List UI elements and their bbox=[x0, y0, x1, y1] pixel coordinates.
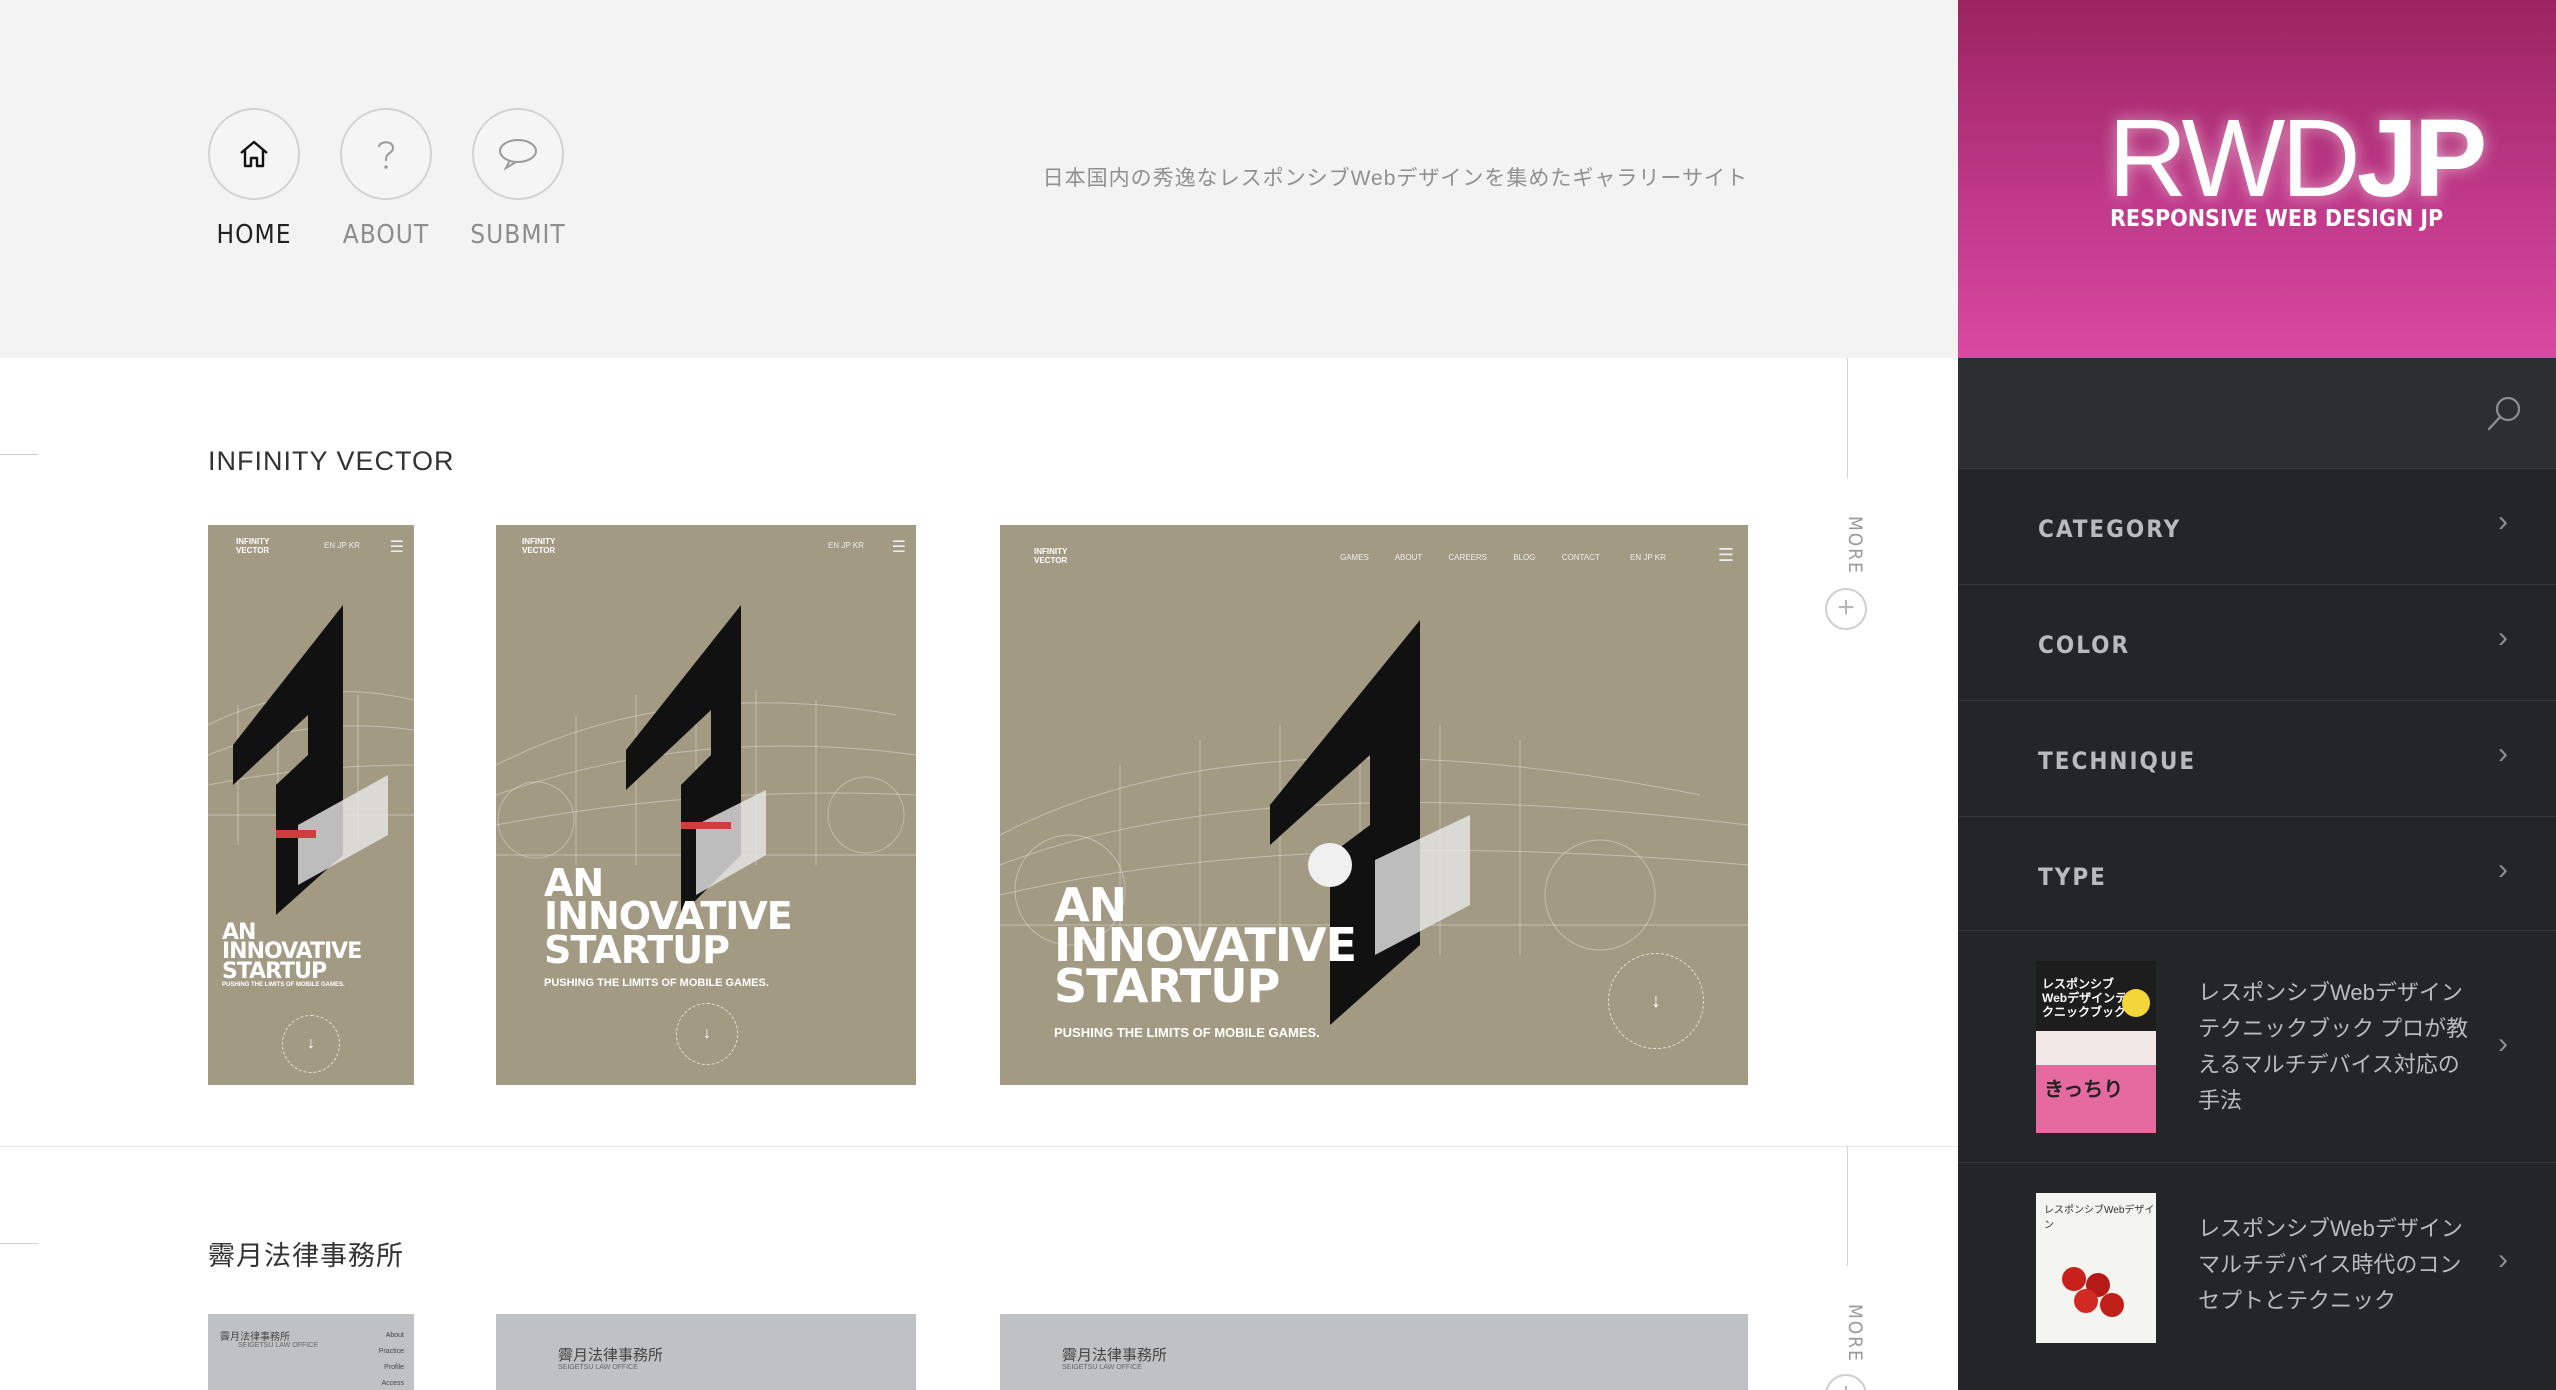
more-label[interactable]: MORE bbox=[1830, 1304, 1866, 1363]
section-vertical-rule bbox=[1847, 1146, 1848, 1266]
screenshot-tablet[interactable]: INFINITY VECTOR EN JP KR ☰ AN INNOVATIVE ST… bbox=[496, 525, 916, 1085]
hero-heading: AN INNOVATIVE STARTUP bbox=[544, 861, 793, 972]
book-item[interactable]: レスポンシブWebデザイン レスポンシブWebデザイン マルチデバイス時代のコン… bbox=[1958, 1162, 2556, 1390]
book-cover-image[interactable]: レスポンシブWebデザイン bbox=[2036, 1193, 2156, 1343]
question-icon[interactable] bbox=[340, 108, 432, 200]
firm-name: 霽月法律事務所 bbox=[558, 1347, 664, 1364]
menu-label[interactable]: COLOR bbox=[2038, 631, 2130, 659]
brand-logo: INFINITY VECTOR bbox=[1034, 547, 1068, 565]
nav-about[interactable]: ABOUT bbox=[340, 108, 432, 250]
firm-subtitle: SEIGETSU LAW OFFICE bbox=[238, 1342, 318, 1349]
book-cover-image[interactable]: レスポンシブWebデザインテクニックブック きっちり bbox=[2036, 961, 2156, 1133]
site-tagline: 日本国内の秀逸なレスポンシブWebデザインを集めたギャラリーサイト bbox=[1042, 167, 1748, 190]
firm-name: 霽月法律事務所 bbox=[220, 1332, 290, 1343]
brand-logo: INFINITY VECTOR bbox=[522, 537, 556, 555]
site-logo[interactable]: RWDJP RESPONSIVE WEB DESIGN JP bbox=[1958, 0, 2556, 358]
screenshot-mobile[interactable]: INFINITY VECTOR EN JP KR ☰ AN INNOVATIVE ST… bbox=[208, 525, 414, 1085]
firm-name: 霽月法律事務所 bbox=[1062, 1347, 1168, 1364]
nav-submit[interactable]: SUBMIT bbox=[470, 108, 565, 250]
section-marker bbox=[0, 1243, 38, 1244]
menu-label[interactable]: CATEGORY bbox=[2038, 515, 2181, 543]
scroll-down-icon: ↓ bbox=[676, 1003, 738, 1065]
book-title[interactable]: レスポンシブWebデザイン マルチデバイス時代のコンセプトとテクニック bbox=[2198, 1211, 2478, 1319]
hamburger-icon: ☰ bbox=[891, 539, 906, 556]
hamburger-icon: ☰ bbox=[389, 539, 404, 556]
top-nav: GAMES ABOUT CAREERS BLOG CONTACT bbox=[1340, 553, 1600, 562]
speech-bubble-icon[interactable] bbox=[472, 108, 564, 200]
scroll-down-icon: ↓ bbox=[282, 1015, 340, 1073]
car-wireframe-graphic bbox=[496, 605, 916, 915]
section-vertical-rule bbox=[1847, 358, 1848, 478]
chevron-right-icon: › bbox=[2498, 737, 2508, 770]
book-item[interactable]: レスポンシブWebデザインテクニックブック きっちり レスポンシブWebデザイン… bbox=[1958, 930, 2556, 1162]
logo-wordmark[interactable]: RWDJP bbox=[2108, 104, 2487, 214]
nav-home[interactable]: HOME bbox=[208, 108, 300, 250]
section-title[interactable]: 霽月法律事務所 bbox=[208, 1234, 404, 1273]
hero-subtitle: PUSHING THE LIMITS OF MOBILE GAMES. bbox=[544, 977, 769, 989]
scroll-down-icon: ↓ bbox=[1608, 953, 1704, 1049]
brand-logo: INFINITY VECTOR bbox=[236, 537, 270, 555]
chevron-right-icon: › bbox=[2498, 505, 2508, 538]
screenshot-desktop[interactable]: INFINITY VECTOR GAMES ABOUT CAREERS BLOG … bbox=[1000, 525, 1748, 1085]
hamburger-icon: ☰ bbox=[1717, 545, 1734, 565]
lang-switch: EN JP KR bbox=[1630, 553, 1666, 562]
firm-subtitle: SEIGETSU LAW OFFICE bbox=[558, 1364, 638, 1371]
header: HOME ABOUT SUBMIT 日本国内の秀逸なレスポンシブWebデザインを… bbox=[0, 0, 1958, 358]
screenshot-desktop[interactable]: 霽月法律事務所 SEIGETSU LAW OFFICE bbox=[1000, 1314, 1748, 1390]
more-label[interactable]: MORE bbox=[1830, 516, 1866, 575]
home-icon[interactable] bbox=[208, 108, 300, 200]
chevron-right-icon: › bbox=[2498, 1243, 2508, 1276]
menu-type[interactable]: TYPE › bbox=[1958, 816, 2556, 932]
menu-label[interactable]: TYPE bbox=[2038, 863, 2107, 891]
search-icon[interactable] bbox=[2484, 394, 2524, 434]
hero-heading: AN INNOVATIVE STARTUP bbox=[222, 920, 362, 984]
chevron-right-icon: › bbox=[2498, 853, 2508, 886]
menu-category[interactable]: CATEGORY › bbox=[1958, 468, 2556, 584]
nav-label-submit[interactable]: SUBMIT bbox=[452, 220, 584, 250]
main-content: HOME ABOUT SUBMIT 日本国内の秀逸なレスポンシブWebデザインを… bbox=[0, 0, 1958, 1390]
chevron-right-icon: › bbox=[2498, 621, 2508, 654]
section-marker bbox=[0, 454, 38, 455]
hero-subtitle: PUSHING THE LIMITS OF MOBILE GAMES. bbox=[1054, 1025, 1320, 1040]
hero-subtitle: PUSHING THE LIMITS OF MOBILE GAMES. bbox=[222, 982, 345, 988]
logo-subtitle: RESPONSIVE WEB DESIGN JP bbox=[2110, 206, 2444, 232]
section-title[interactable]: INFINITY VECTOR bbox=[208, 446, 455, 477]
lang-switch: EN JP KR bbox=[324, 541, 360, 550]
hero-heading: AN INNOVATIVE STARTUP bbox=[1054, 878, 1357, 1013]
book-title[interactable]: レスポンシブWebデザイン テクニックブック プロが教えるマルチデバイス対応の手… bbox=[2198, 975, 2478, 1119]
search-bar[interactable] bbox=[1958, 358, 2556, 468]
lang-switch: EN JP KR bbox=[828, 541, 864, 550]
screenshot-mobile[interactable]: 霽月法律事務所 SEIGETSU LAW OFFICE About Practic… bbox=[208, 1314, 414, 1390]
firm-menu: About Practice Profile Access bbox=[378, 1332, 404, 1387]
menu-color[interactable]: COLOR › bbox=[1958, 584, 2556, 700]
more-plus-icon[interactable]: + bbox=[1825, 588, 1867, 630]
nav-label-about[interactable]: ABOUT bbox=[320, 220, 452, 250]
nav-label-home[interactable]: HOME bbox=[188, 220, 320, 250]
car-wireframe-graphic bbox=[208, 605, 414, 915]
firm-subtitle: SEIGETSU LAW OFFICE bbox=[1062, 1364, 1142, 1371]
screenshot-tablet[interactable]: 霽月法律事務所 SEIGETSU LAW OFFICE bbox=[496, 1314, 916, 1390]
section-separator bbox=[0, 1146, 1958, 1147]
menu-technique[interactable]: TECHNIQUE › bbox=[1958, 700, 2556, 816]
more-plus-icon[interactable]: + bbox=[1825, 1374, 1867, 1390]
menu-label[interactable]: TECHNIQUE bbox=[2038, 747, 2196, 775]
chevron-right-icon: › bbox=[2498, 1027, 2508, 1060]
sidebar: RWDJP RESPONSIVE WEB DESIGN JP CATEGORY … bbox=[1958, 0, 2556, 1390]
